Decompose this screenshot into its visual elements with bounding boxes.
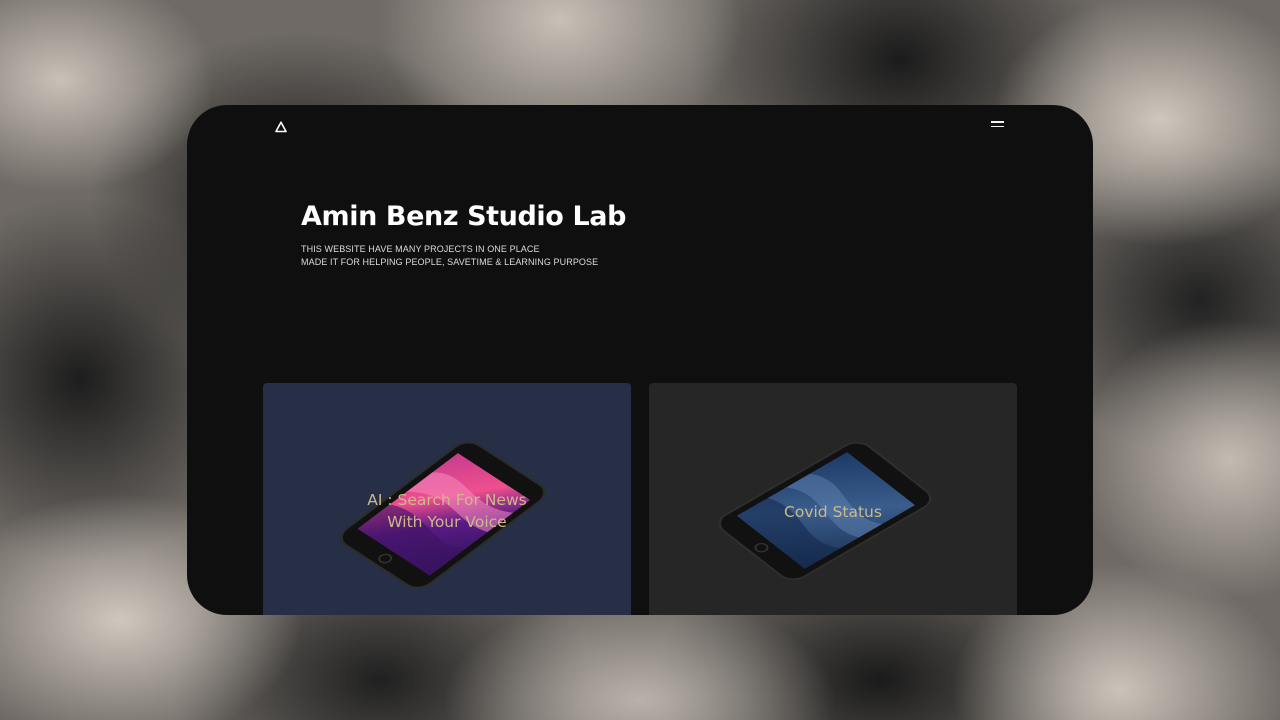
project-title[interactable]: Covid Status	[649, 501, 1017, 523]
hamburger-menu-icon[interactable]	[989, 117, 1007, 131]
triangle-logo-icon[interactable]	[275, 118, 287, 133]
project-card-covid-status[interactable]: Covid Status	[649, 383, 1017, 615]
subtitle-line-1: THIS WEBSITE HAVE MANY PROJECTS IN ONE P…	[301, 244, 540, 254]
project-title-line-2: With Your Voice	[387, 513, 507, 531]
page-title: Amin Benz Studio Lab	[301, 201, 626, 232]
project-title[interactable]: AI : Search For News With Your Voice	[263, 489, 631, 533]
site-window: Amin Benz Studio Lab THIS WEBSITE HAVE M…	[187, 105, 1093, 615]
project-title-line-1: AI : Search For News	[367, 491, 527, 509]
page-subtitle: THIS WEBSITE HAVE MANY PROJECTS IN ONE P…	[301, 243, 598, 268]
subtitle-line-2: MADE IT FOR HELPING PEOPLE, SAVETIME & L…	[301, 256, 599, 267]
project-card-ai-news[interactable]: AI : Search For News With Your Voice	[263, 383, 631, 615]
project-title-line-1: Covid Status	[784, 503, 882, 521]
phone-mockup-icon	[718, 442, 932, 580]
